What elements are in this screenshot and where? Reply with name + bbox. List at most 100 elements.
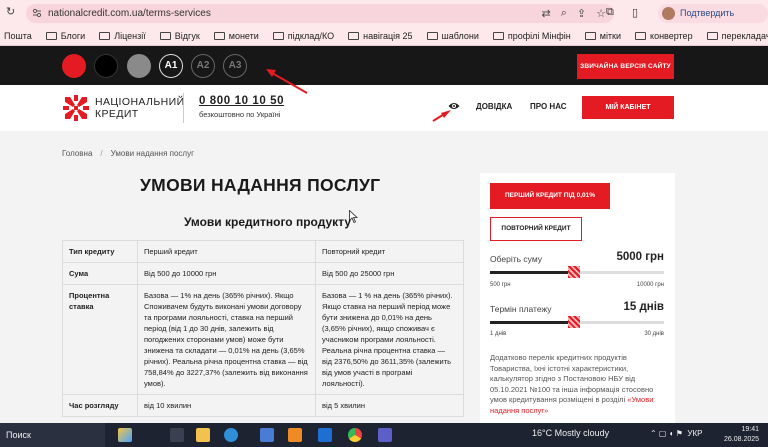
copilot-icon[interactable] [118, 428, 132, 442]
table-row: Процентна ставка Базова — 1% на день (36… [62, 284, 464, 395]
logo-line-2: КРЕДИТ [95, 108, 139, 120]
bookmark-folder[interactable]: підклад/КО [272, 31, 334, 41]
bookmark-star-icon[interactable]: ☆ [596, 7, 606, 20]
table-header-row: Тип кредиту Перший кредит Повторний кред… [62, 240, 464, 263]
term-min: 1 днів [490, 331, 507, 337]
logo-text[interactable]: НАЦІОНАЛЬНИЙ КРЕДИТ [95, 96, 185, 120]
outlook-icon[interactable] [318, 428, 332, 442]
bookmark-folder[interactable]: конвертер [635, 31, 693, 41]
table-cell: Базова — 1% на день (365% річних). Якщо … [137, 284, 316, 395]
profile-button[interactable]: Подтвердить личность [658, 4, 768, 37]
eye-icon[interactable] [448, 101, 460, 111]
url-text: nationalcredit.com.ua/terms-services [48, 8, 211, 19]
bookmark-folder[interactable]: перекладач [706, 31, 768, 41]
clock[interactable]: 19:41 26.08.2025 [724, 425, 759, 445]
font-size-a1[interactable]: A1 [159, 54, 183, 78]
bookmark-folder[interactable]: шаблони [426, 31, 479, 41]
info-text: Додатково перелік кредитних продуктів То… [490, 353, 670, 416]
folder-icon [213, 31, 225, 40]
first-loan-tab[interactable]: ПЕРШИЙ КРЕДИТ ПІД 0,01% [490, 183, 610, 209]
bookmark-folder[interactable]: монети [213, 31, 259, 41]
logo-line-1: НАЦІОНАЛЬНИЙ [95, 96, 185, 108]
site-info-icon[interactable] [32, 8, 42, 18]
app-icon[interactable] [288, 428, 302, 442]
folder-icon [426, 31, 438, 40]
term-label: Термін платежу [490, 304, 552, 314]
site-header: НАЦІОНАЛЬНИЙ КРЕДИТ 0 800 10 10 50 безко… [0, 85, 768, 131]
share-icon[interactable]: ⇪ [577, 7, 586, 20]
task-view-icon[interactable] [170, 428, 184, 442]
table-cell: Процентна ставка [62, 284, 138, 395]
term-value: 15 днів [623, 301, 665, 313]
breadcrumb: Головна / Умови надання послуг [62, 149, 194, 158]
sum-slider-fill [490, 271, 574, 274]
bookmark-folder[interactable]: мітки [584, 31, 621, 41]
table-cell: від 10 хвилин [137, 394, 316, 417]
extensions-icon[interactable]: ⧉ [606, 6, 614, 19]
terms-table: Тип кредиту Перший кредит Повторний кред… [62, 240, 464, 417]
file-explorer-icon[interactable] [196, 428, 210, 442]
mouse-cursor-icon [349, 210, 358, 223]
bookmark-folder[interactable]: Відгук [159, 31, 200, 41]
taskbar-search[interactable]: Поиск [0, 423, 105, 447]
folder-icon [348, 31, 360, 40]
folder-icon [45, 31, 57, 40]
weather-widget[interactable]: 16°C Mostly cloudy [532, 428, 609, 438]
store-icon[interactable] [260, 428, 274, 442]
sidepanel-icon[interactable]: ▯ [632, 6, 638, 19]
clock-time: 19:41 [741, 426, 760, 433]
table-cell: Сума [62, 262, 138, 285]
edge-icon[interactable] [224, 428, 238, 442]
nav-help[interactable]: ДОВІДКА [476, 102, 512, 111]
table-header: Перший кредит [137, 240, 316, 263]
browser-toolbar: ↻ nationalcredit.com.ua/terms-services ⇄… [0, 0, 768, 37]
bookmark-item[interactable]: Пошта [4, 31, 32, 41]
repeat-loan-tab[interactable]: ПОВТОРНИЙ КРЕДИТ [490, 217, 582, 241]
term-slider-handle[interactable] [567, 316, 580, 328]
table-cell: Час розгляду [62, 394, 138, 417]
chrome-icon[interactable] [348, 428, 362, 442]
loan-calculator: ПЕРШИЙ КРЕДИТ ПІД 0,01% ПОВТОРНИЙ КРЕДИТ… [480, 173, 675, 423]
section-title: Умови кредитного продукту [184, 215, 352, 229]
logo-icon[interactable] [62, 94, 90, 122]
phone-note: безкоштовно по Україні [199, 110, 281, 119]
table-header: Повторний кредит [315, 240, 464, 263]
folder-icon [272, 31, 284, 40]
color-scheme-gray[interactable] [127, 54, 151, 78]
color-scheme-black[interactable] [94, 54, 118, 78]
breadcrumb-separator: / [100, 149, 103, 158]
font-size-a2[interactable]: A2 [191, 54, 215, 78]
bookmark-folder[interactable]: профілі Мінфін [492, 31, 571, 41]
sum-slider-handle[interactable] [567, 266, 580, 278]
table-cell: від 5 хвилин [315, 394, 464, 417]
nav-about[interactable]: ПРО НАС [530, 102, 567, 111]
phone-link[interactable]: 0 800 10 10 50 [199, 95, 284, 107]
address-bar[interactable]: nationalcredit.com.ua/terms-services ⇄ ⌕… [26, 4, 614, 23]
sum-min: 500 грн [490, 282, 511, 288]
sum-label: Оберіть суму [490, 254, 543, 264]
teams-icon[interactable] [378, 428, 392, 442]
folder-icon [584, 31, 596, 40]
accessibility-bar: A1 A2 A3 ЗВИЧАЙНА ВЕРСІЯ САЙТУ [0, 46, 768, 85]
term-slider[interactable] [490, 316, 664, 328]
zoom-icon[interactable]: ⌕ [561, 7, 567, 20]
color-scheme-red[interactable] [62, 54, 86, 78]
language-label: УКР [687, 429, 703, 438]
sum-slider[interactable] [490, 266, 664, 278]
my-cabinet-button[interactable]: МІЙ КАБІНЕТ [582, 96, 674, 119]
folder-icon [159, 31, 171, 40]
folder-icon [635, 31, 647, 40]
breadcrumb-home[interactable]: Головна [62, 149, 92, 158]
font-size-a3[interactable]: A3 [223, 54, 247, 78]
sum-value: 5000 грн [616, 251, 664, 263]
translate-icon[interactable]: ⇄ [542, 7, 551, 20]
reload-icon[interactable]: ↻ [6, 5, 15, 18]
sum-max: 10000 грн [636, 282, 664, 288]
table-row: Час розгляду від 10 хвилин від 5 хвилин [62, 394, 464, 417]
bookmark-folder[interactable]: Блоги [45, 31, 85, 41]
bookmark-folder[interactable]: Ліцензії [99, 31, 146, 41]
bookmark-folder[interactable]: навігація 25 [348, 31, 413, 41]
table-cell: Від 500 до 10000 грн [137, 262, 316, 285]
tray-language[interactable]: ⌃ ▢ ◖ ⚑ УКР [650, 429, 702, 438]
normal-version-button[interactable]: ЗВИЧАЙНА ВЕРСІЯ САЙТУ [577, 54, 674, 79]
